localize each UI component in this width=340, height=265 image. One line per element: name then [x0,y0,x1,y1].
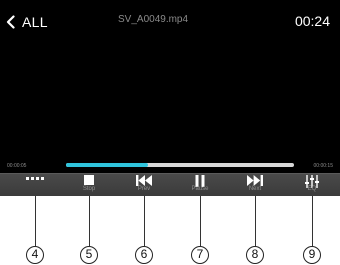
callout-leader [312,196,313,246]
player-screen: ALL SV_A0049.mp4 00:24 00:00:05 00:00:15… [0,0,340,196]
more-dots-icon [26,177,44,180]
callout-5: 5 [80,246,98,264]
elapsed-time: 00:00:05 [7,163,27,169]
next-track-icon [247,175,263,186]
callout-leader [200,196,201,246]
callout-leader [255,196,256,246]
callout-9: 9 [303,246,321,264]
callout-leader [35,196,36,246]
back-button[interactable]: ALL [6,12,48,32]
more-button[interactable] [10,172,60,196]
pause-button[interactable]: Pause [175,172,225,196]
next-button[interactable]: Next [230,172,280,196]
stop-icon [84,175,94,185]
callout-leader [144,196,145,246]
video-area[interactable] [0,42,340,156]
file-name: SV_A0049.mp4 [118,14,189,25]
stop-button[interactable]: Stop [64,172,114,196]
top-bar: ALL SV_A0049.mp4 00:24 [0,0,340,42]
callout-leader [89,196,90,246]
pause-label: Pause [191,186,209,192]
next-label: Next [248,186,262,192]
callout-7: 7 [191,246,209,264]
progress-fill [66,163,149,167]
prev-track-icon [136,175,152,186]
chevron-left-icon [6,15,15,29]
eq-button[interactable]: EQ [287,172,337,196]
back-label: ALL [22,14,48,30]
callout-8: 8 [246,246,264,264]
prev-label: Prev [137,186,151,192]
control-bar: Stop Prev Pause Next EQ [0,173,340,196]
callout-4: 4 [26,246,44,264]
callout-6: 6 [135,246,153,264]
progress-bar[interactable] [66,163,294,167]
duration-time: 00:00:15 [313,163,333,169]
prev-button[interactable]: Prev [119,172,169,196]
stop-label: Stop [82,186,96,192]
clock: 00:24 [294,13,330,29]
eq-label: EQ [307,186,317,192]
